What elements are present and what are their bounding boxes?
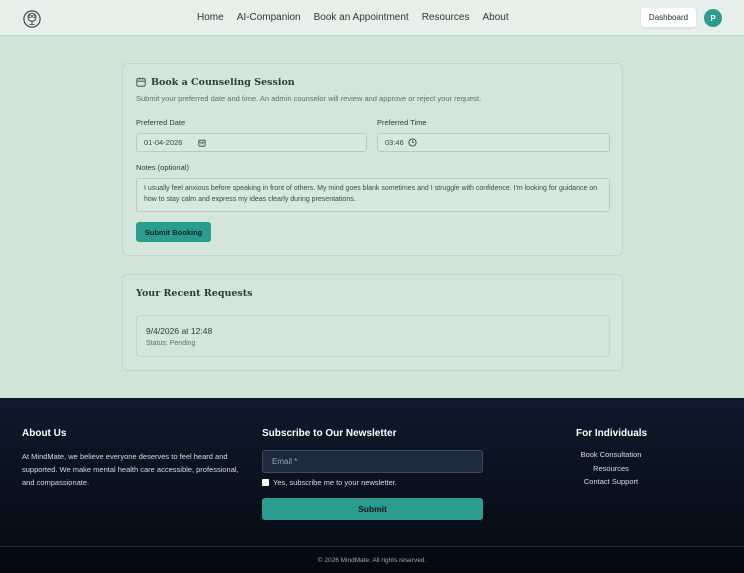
submit-booking-button[interactable]: Submit Booking — [136, 222, 211, 242]
nav-about[interactable]: About — [483, 12, 509, 23]
subscribe-checkbox-label: Yes, subscribe me to your newsletter. — [273, 478, 397, 487]
time-label: Preferred Time — [377, 118, 427, 127]
time-value: 03:46 — [385, 138, 404, 147]
request-item[interactable]: 9/4/2026 at 12:48 Status: Pending — [136, 315, 610, 357]
recent-requests-card: Your Recent Requests 9/4/2026 at 12:48 S… — [122, 274, 623, 371]
individuals-links: Book Consultation Resources Contact Supp… — [576, 450, 646, 491]
nav-ai-companion[interactable]: AI-Companion — [237, 12, 301, 23]
footer-link-contact-support[interactable]: Contact Support — [576, 477, 646, 491]
footer-link-resources[interactable]: Resources — [576, 464, 646, 478]
notes-label: Notes (optional) — [136, 163, 189, 172]
newsletter-title: Subscribe to Our Newsletter — [262, 428, 397, 439]
date-value: 01-04-2026 — [144, 138, 183, 147]
tree-logo-icon[interactable] — [23, 10, 41, 28]
nav-resources[interactable]: Resources — [422, 12, 470, 23]
main-nav: Home AI-Companion Book an Appointment Re… — [197, 12, 522, 23]
calendar-icon — [136, 77, 146, 87]
avatar[interactable]: P — [704, 9, 722, 27]
recent-requests-title: Your Recent Requests — [136, 288, 253, 299]
booking-title: Book a Counseling Session — [151, 77, 295, 88]
top-header: Home AI-Companion Book an Appointment Re… — [0, 0, 744, 36]
email-input[interactable]: Email * — [262, 450, 483, 473]
copyright: © 2026 MindMate. All rights reserved. — [317, 557, 427, 564]
newsletter-submit-button[interactable]: Submit — [262, 498, 483, 520]
request-datetime: 9/4/2026 at 12:48 — [146, 326, 213, 336]
footer-divider — [0, 546, 744, 547]
nav-home[interactable]: Home — [197, 12, 224, 23]
footer: About Us At MindMate, we believe everyon… — [0, 398, 744, 573]
request-status: Status: Pending — [146, 340, 196, 347]
calendar-picker-icon[interactable] — [198, 139, 206, 147]
individuals-title: For Individuals — [576, 428, 648, 439]
booking-card: Book a Counseling Session Submit your pr… — [122, 63, 623, 256]
time-field[interactable]: 03:46 — [377, 133, 610, 152]
about-title: About Us — [22, 428, 67, 439]
subscribe-checkbox[interactable] — [262, 479, 269, 486]
date-label: Preferred Date — [136, 118, 186, 127]
booking-subtitle: Submit your preferred date and time. An … — [136, 94, 482, 103]
clock-icon[interactable] — [408, 138, 417, 147]
about-text: At MindMate, we believe everyone deserve… — [22, 452, 239, 487]
nav-book-appointment[interactable]: Book an Appointment — [314, 12, 409, 23]
footer-link-book-consultation[interactable]: Book Consultation — [576, 450, 646, 464]
notes-textarea[interactable]: I usually feel anxious before speaking i… — [136, 178, 610, 212]
date-field[interactable]: 01-04-2026 — [136, 133, 367, 152]
dashboard-button[interactable]: Dashboard — [641, 8, 696, 27]
